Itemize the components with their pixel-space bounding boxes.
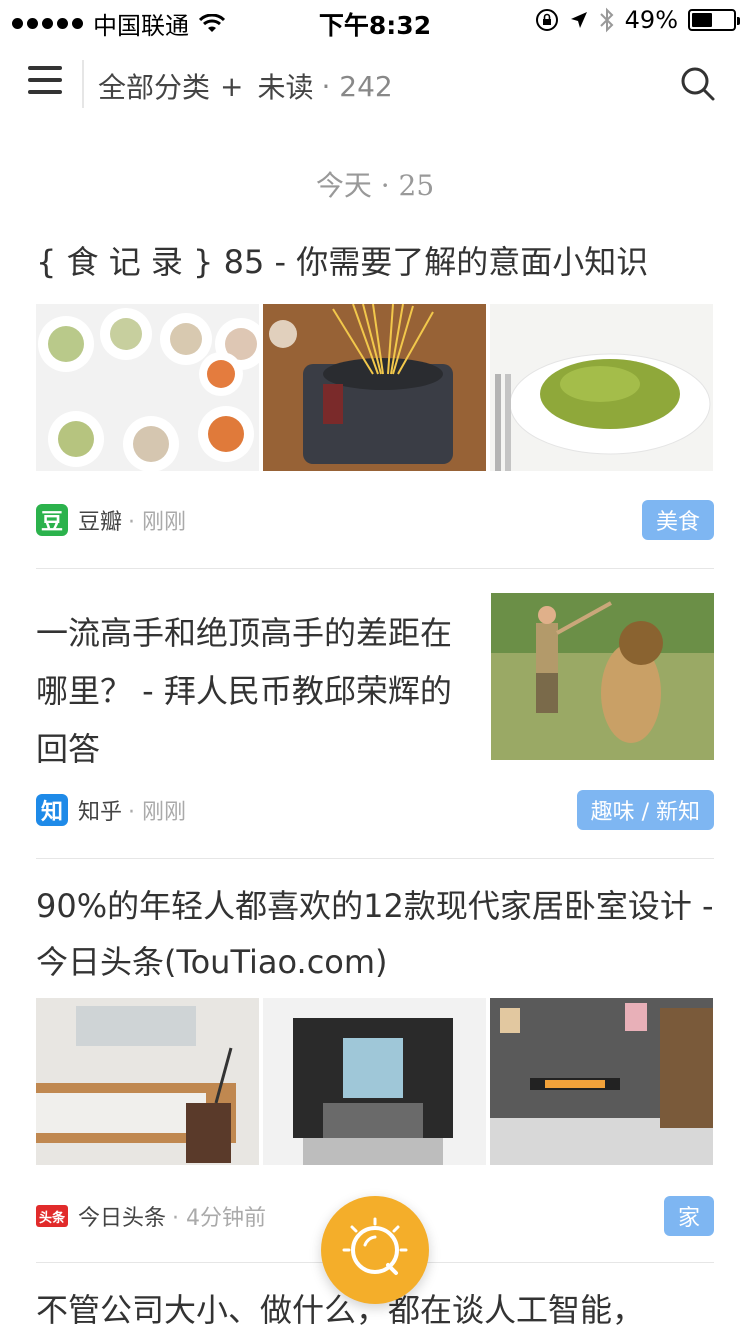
unread-filter[interactable]: 未读 [257, 66, 313, 106]
floating-action-button[interactable] [321, 1196, 429, 1304]
battery-percent: 49% [624, 6, 678, 34]
source-name: 豆瓣 [78, 510, 123, 535]
unread-count: · 242 [321, 69, 393, 103]
publish-time: · 刚刚 [128, 800, 187, 825]
status-bar: 中国联通 下午8:32 49% [0, 0, 750, 40]
divider [36, 568, 714, 569]
source-name: 知乎 [78, 800, 123, 825]
section-header: 今天 · 25 [315, 169, 435, 202]
article-title[interactable]: 一流高手和绝顶高手的差距在哪里？ - 拜人民币教邱荣辉的回答 [36, 604, 466, 778]
article-meta: 豆 豆瓣 · 刚刚 美食 [36, 500, 714, 540]
location-arrow-icon [570, 12, 587, 28]
article-meta: 知 知乎 · 刚刚 趣味 / 新知 [36, 790, 714, 830]
toutiao-icon: 头条 [36, 1205, 68, 1227]
refresh-bubble-icon [342, 1217, 408, 1275]
article-thumbnails[interactable] [36, 304, 714, 471]
bedroom-3-image[interactable] [490, 998, 713, 1165]
douban-icon: 豆 [36, 504, 68, 536]
menu-icon[interactable] [28, 66, 62, 100]
bedroom-1-image[interactable] [36, 998, 259, 1165]
category-plus[interactable]: + [220, 70, 243, 103]
category-label[interactable]: 全部分类 [98, 66, 210, 106]
article-title[interactable]: { 食 记 录 } 85 - 你需要了解的意面小知识 [36, 236, 714, 288]
spaghetti-pot-image[interactable] [263, 304, 486, 471]
battery-icon [688, 9, 740, 31]
top-nav: 全部分类 + 未读 · 242 [0, 44, 750, 124]
lion-trainer-image[interactable] [491, 593, 714, 760]
article-title[interactable]: 90%的年轻人都喜欢的12款现代家居卧室设计 - 今日头条(TouTiao.co… [36, 878, 714, 990]
search-icon[interactable] [680, 66, 716, 102]
green-pasta-image[interactable] [490, 304, 713, 471]
rotation-lock-icon [535, 9, 558, 31]
pasta-plates-image[interactable] [36, 304, 259, 471]
nav-divider [82, 60, 84, 108]
nav-filter[interactable]: 全部分类 + 未读 · 242 [98, 66, 393, 106]
zhihu-icon: 知 [36, 794, 68, 826]
status-icons: 49% [535, 6, 740, 34]
article-card[interactable]: 90%的年轻人都喜欢的12款现代家居卧室设计 - 今日头条(TouTiao.co… [36, 878, 714, 1165]
divider [36, 858, 714, 859]
article-card[interactable]: { 食 记 录 } 85 - 你需要了解的意面小知识 [36, 236, 714, 471]
article-thumbnails[interactable] [36, 998, 714, 1165]
category-tag[interactable]: 趣味 / 新知 [576, 790, 714, 830]
source-name: 今日头条 [78, 1206, 167, 1231]
publish-time: · 刚刚 [128, 510, 187, 535]
publish-time: · 4分钟前 [172, 1206, 266, 1231]
bluetooth-icon [599, 7, 614, 33]
category-tag[interactable]: 美食 [641, 500, 714, 540]
article-card[interactable]: 一流高手和绝顶高手的差距在哪里？ - 拜人民币教邱荣辉的回答 [36, 604, 466, 778]
battery-level [692, 13, 712, 27]
bedroom-2-image[interactable] [263, 998, 486, 1165]
category-tag[interactable]: 家 [663, 1196, 714, 1236]
